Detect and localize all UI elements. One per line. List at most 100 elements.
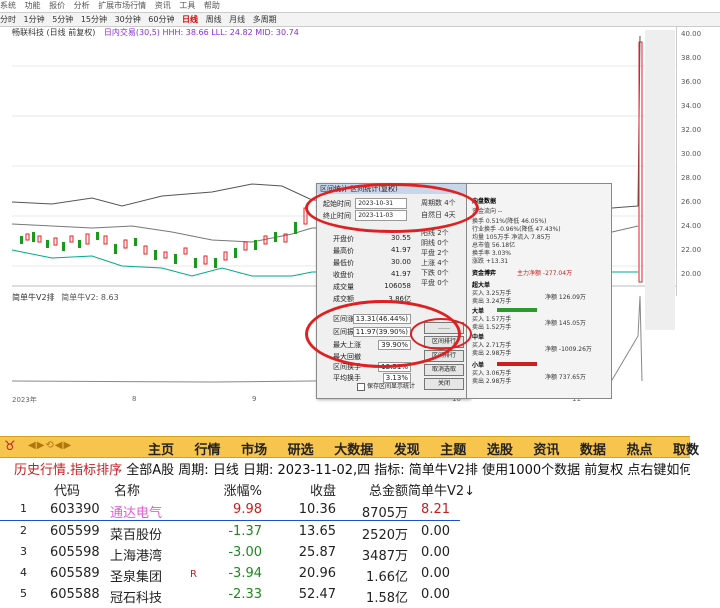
nav-item[interactable]: 主题 [440,443,466,458]
col-change[interactable]: 涨幅% [210,480,262,499]
flow-line: 资金流向 -- [472,206,502,215]
nav-item[interactable]: 热点 [626,443,652,458]
nav-item[interactable]: 研选 [288,443,314,458]
menu-item[interactable]: 功能 [25,1,41,10]
bull-logo-icon: ♉ [4,439,16,454]
row-close: 13.65 [286,524,336,539]
flow-net: 净额 145.05万 [545,318,586,327]
save-display-checkbox[interactable]: 保存区间显示统计 [357,381,415,391]
selected-row-underline [0,520,460,521]
menu-item[interactable]: 工具 [179,1,195,10]
row-close: 52.47 [286,587,336,602]
table-row[interactable]: 3 605598 上海港湾 -3.00 25.87 3487万 0.00 [0,545,700,566]
axis-tick: 22.00 [681,246,701,254]
row-code: 605599 [50,524,100,539]
stat-row: 区间振幅11.97(39.90%) [333,327,411,336]
nav-item[interactable]: 取数 [673,443,699,458]
row-name: 菜百股份 [110,524,162,543]
row-name: 冠石科技 [110,587,162,606]
period-tab-active[interactable]: 日线 [182,15,198,24]
sub-indicator-name: 简单牛V2排 [12,293,55,302]
stat-row: 区间换手12.51% [333,362,411,371]
axis-tick: 28.00 [681,174,701,182]
dialog-caption: 区间统计 区间统计(复权) [317,184,469,194]
nav-item[interactable]: 选股 [487,443,513,458]
menu-item[interactable]: 资讯 [155,1,171,10]
side-info: 阳线 2个 [421,228,449,238]
col-signal[interactable]: 简单牛V2↓ [408,480,464,499]
side-info: 平盘 2个 [421,248,449,258]
nav-item[interactable]: 行情 [195,443,221,458]
row-change: -3.00 [210,545,262,560]
cancel-select-button[interactable]: 取消选取 [424,364,464,376]
menu-item[interactable]: 系统 [0,1,16,10]
row-amount: 1.58亿 [348,587,408,606]
table-row[interactable]: 2 605599 菜百股份 -1.37 13.65 2520万 0.00 [0,524,700,545]
flow-sell: 卖出 2.98万手 [472,376,511,385]
time-tick: 2023年 [12,395,37,405]
menu-item[interactable]: 分析 [74,1,90,10]
close-button[interactable]: 关闭 [424,378,464,390]
period-tab[interactable]: 多周期 [253,15,277,24]
sub-indicator-title: 简单牛V2排 简单牛V2: 8.63 [12,292,119,303]
col-code[interactable]: 代码 [54,480,80,499]
row-index: 2 [20,524,27,537]
menu-item[interactable]: 扩展市场行情 [98,1,146,10]
flow-bar [497,308,537,312]
row-index: 5 [20,587,27,600]
nav-item[interactable]: 资讯 [533,443,559,458]
row-change: -1.37 [210,524,262,539]
stat-row: 最低价30.00 [333,258,411,267]
axis-tick: 24.00 [681,222,701,230]
stat-row: 收盘价41.97 [333,270,411,279]
interval-rank-button[interactable]: 区间排行 [424,336,464,348]
row-signal: 0.00 [408,545,450,560]
stat-row: 开盘价30.55 [333,234,411,243]
price-axis: 40.00 38.00 36.00 34.00 32.00 30.00 28.0… [676,26,720,296]
period-tab[interactable]: 分时 [0,15,16,24]
table-row[interactable]: 4 605589 圣泉集团 R -3.94 20.96 1.66亿 0.00 [0,566,700,587]
period-tab[interactable]: 周线 [206,15,222,24]
axis-tick: 38.00 [681,54,701,62]
period-tab[interactable]: 月线 [229,15,245,24]
time-tick: 9 [252,395,256,403]
more-button[interactable]: …… [424,322,464,334]
col-amount[interactable]: 总金额 [348,480,408,499]
axis-tick: 36.00 [681,78,701,86]
nav-item[interactable]: 市场 [241,443,267,458]
nav-item[interactable]: 大数据 [334,443,373,458]
side-info: 上涨 4个 [421,258,449,268]
nav-item[interactable]: 发现 [394,443,420,458]
side-info: 平盘 0个 [421,278,449,288]
period-tab[interactable]: 1分钟 [24,15,45,24]
time-tick: 8 [132,395,136,403]
interval-rank-button-2[interactable]: 区间排行 [424,350,464,362]
row-index: 4 [20,566,27,579]
flow-sell: 卖出 2.98万手 [472,348,511,357]
col-close[interactable]: 收盘 [286,480,336,499]
nav-arrows-icon[interactable]: ◀▶⟲◀▶ [28,440,72,451]
start-time-input[interactable]: 2023-10-31 [355,198,407,209]
row-code: 605598 [50,545,100,560]
row-index: 1 [20,502,27,515]
nav-items: 主页 行情 市场 研选 大数据 发现 主题 选股 资讯 数据 热点 取数 导出 [148,439,720,458]
side-info: 阴线 0个 [421,238,449,248]
end-time-input[interactable]: 2023-11-03 [355,210,407,221]
row-change: -3.94 [210,566,262,581]
stat-row: 成交额3.86亿 [333,294,411,303]
period-tab[interactable]: 15分钟 [81,15,107,24]
period-tab[interactable]: 60分钟 [148,15,174,24]
row-change: -2.33 [210,587,262,602]
nav-item[interactable]: 主页 [148,443,174,458]
col-name[interactable]: 名称 [114,480,140,499]
period-tab[interactable]: 5分钟 [52,15,73,24]
nav-item[interactable]: 数据 [580,443,606,458]
period-tab[interactable]: 30分钟 [115,15,141,24]
flow-sell: 卖出 3.24万手 [472,296,511,305]
axis-tick: 32.00 [681,126,701,134]
menu-item[interactable]: 帮助 [204,1,220,10]
table-row[interactable]: 5 605588 冠石科技 -2.33 52.47 1.58亿 0.00 [0,587,700,608]
natural-days: 自然日 4天 [421,210,456,220]
menu-item[interactable]: 报价 [49,1,65,10]
end-time-label: 终止时间 [323,211,353,221]
